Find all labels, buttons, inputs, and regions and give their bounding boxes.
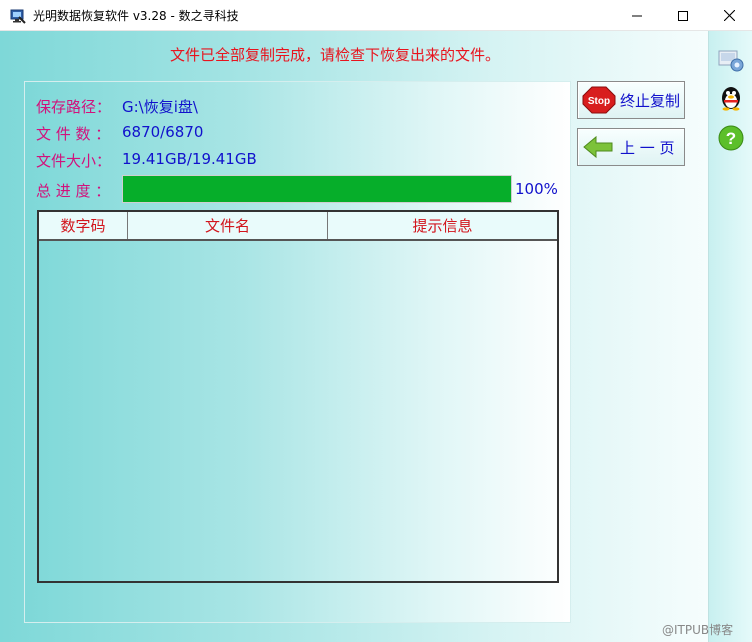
- maximize-icon: [678, 10, 688, 21]
- stop-copy-label: 终止复制: [620, 91, 681, 110]
- stop-icon-text: Stop: [588, 96, 610, 107]
- close-icon: [723, 10, 735, 21]
- column-header-code[interactable]: 数字码: [39, 212, 128, 239]
- previous-page-label: 上 一 页: [620, 138, 675, 157]
- table-body[interactable]: [39, 241, 557, 581]
- close-button[interactable]: [706, 0, 752, 31]
- window-title: 光明数据恢复软件 v3.28 - 数之寻科技: [33, 9, 239, 23]
- copy-progress-panel: 保存路径： G:\恢复i盘\ 文 件 数 ： 6870/6870 文件大小： 1…: [24, 81, 571, 623]
- file-count-label: 文 件 数 ：: [36, 125, 111, 143]
- table-header: 数字码 文件名 提示信息: [39, 212, 557, 241]
- file-size-label: 文件大小：: [36, 152, 112, 170]
- minimize-icon: [632, 15, 642, 16]
- watermark: @ITPUB博客: [662, 623, 734, 637]
- right-sidebar: ?: [708, 31, 752, 642]
- svg-text:?: ?: [726, 129, 736, 148]
- main-client-area: 文件已全部复制完成，请检查下恢复出来的文件。 保存路径： G:\恢复i盘\ 文 …: [0, 31, 708, 642]
- app-icon: [10, 8, 26, 24]
- previous-page-button[interactable]: 上 一 页: [577, 128, 685, 166]
- stop-icon: Stop: [582, 86, 616, 114]
- progress-label: 总 进 度 ：: [36, 182, 111, 200]
- file-count-value: 6870/6870: [122, 123, 204, 141]
- progress-percent: 100%: [515, 180, 558, 198]
- minimize-button[interactable]: [614, 0, 660, 31]
- settings-icon[interactable]: [717, 45, 745, 73]
- progress-bar-fill: [123, 176, 511, 202]
- qq-penguin-icon[interactable]: [717, 83, 745, 111]
- stop-copy-button[interactable]: Stop 终止复制: [577, 81, 685, 119]
- save-path-value: G:\恢复i盘\: [122, 98, 198, 116]
- column-header-message[interactable]: 提示信息: [328, 212, 557, 239]
- save-path-label: 保存路径：: [36, 98, 112, 116]
- maximize-button[interactable]: [660, 0, 706, 31]
- arrow-left-icon: [582, 133, 616, 161]
- total-progress-bar: [122, 175, 512, 203]
- column-header-filename[interactable]: 文件名: [128, 212, 328, 239]
- title-bar: 光明数据恢复软件 v3.28 - 数之寻科技: [0, 0, 752, 31]
- help-icon[interactable]: ?: [717, 124, 745, 152]
- file-list-table[interactable]: 数字码 文件名 提示信息: [37, 210, 559, 583]
- file-size-value: 19.41GB/19.41GB: [122, 150, 257, 168]
- status-message: 文件已全部复制完成，请检查下恢复出来的文件。: [170, 46, 501, 64]
